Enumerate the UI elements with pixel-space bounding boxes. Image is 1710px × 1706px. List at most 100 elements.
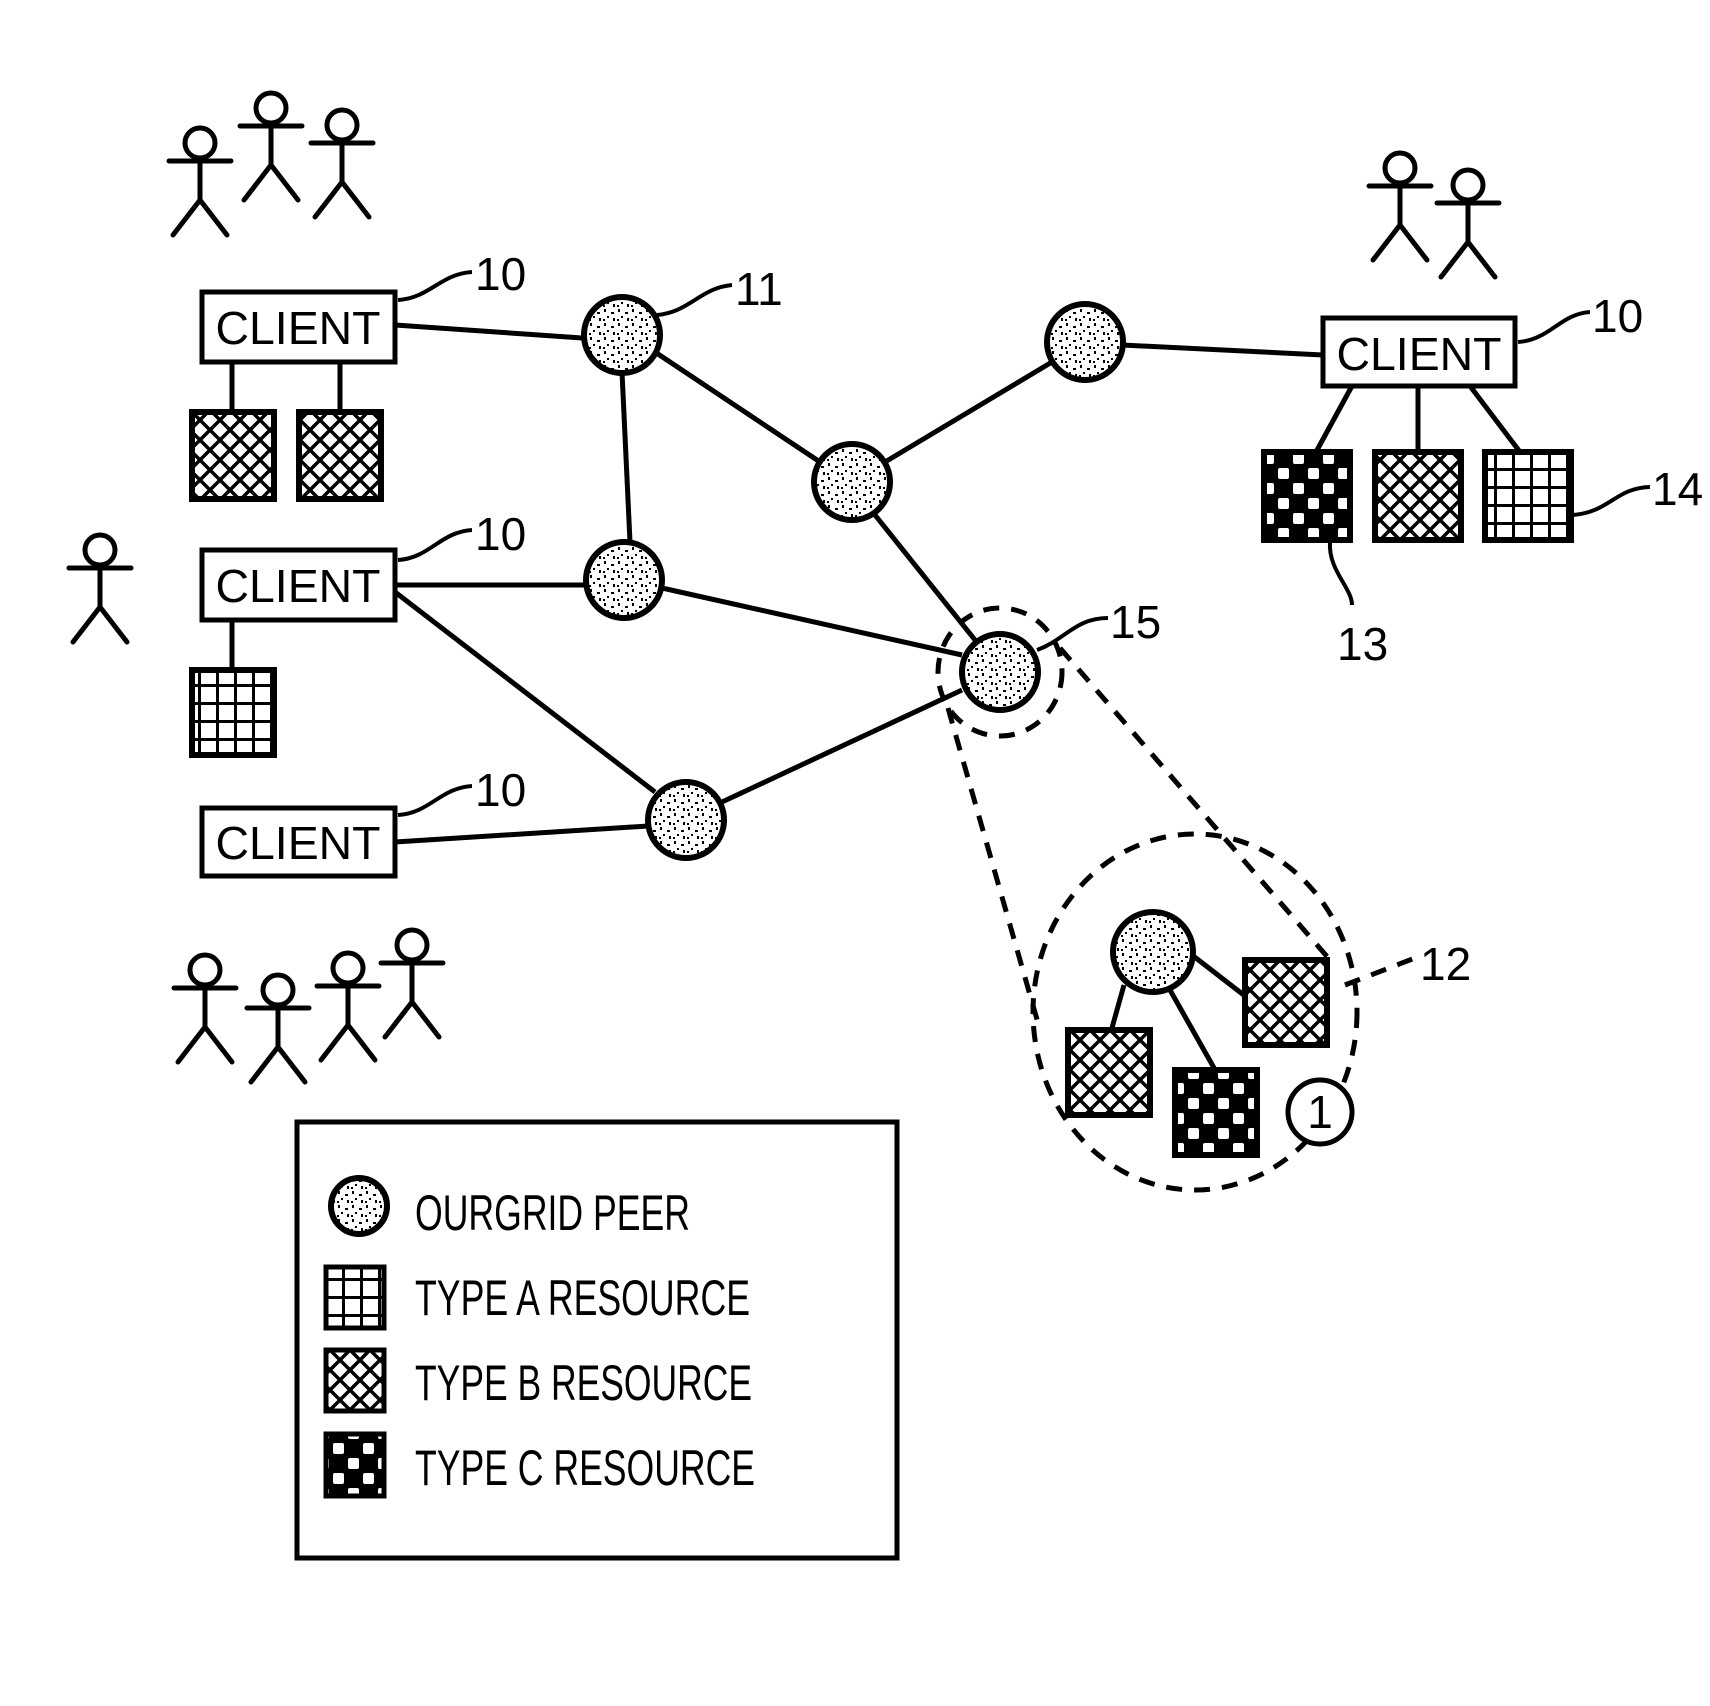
client-label: CLIENT <box>216 302 381 354</box>
client-1: CLIENT 10 <box>189 248 526 502</box>
ourgrid-peer-icon <box>583 539 665 621</box>
user-head <box>394 927 430 963</box>
client-label: CLIENT <box>216 817 381 869</box>
client-4: CLIENT 10 13 14 <box>1261 290 1703 670</box>
edge-sitepeer-res-b-right <box>1190 953 1247 998</box>
user-figure-icon <box>1434 167 1502 280</box>
ref-11: 11 <box>735 263 783 315</box>
client-ref-leader <box>397 784 473 817</box>
site-badge-label: 1 <box>1307 1086 1333 1138</box>
legend-label: TYPE B RESOURCE <box>415 1355 752 1411</box>
client-ref-leader <box>397 528 473 562</box>
peers <box>581 294 1126 861</box>
edge-peer-lower-peer15 <box>661 585 963 658</box>
type-b-resource-icon <box>323 1347 387 1414</box>
site-ref-leader <box>1344 955 1416 988</box>
ourgrid-network-diagram: 1 12 CLIENT 10 CLIENT 10 CLIENT 10 CLIEN… <box>66 90 1703 1561</box>
user-limb <box>409 999 442 1040</box>
type-a-resource-icon <box>323 1264 387 1331</box>
ourgrid-peer-icon <box>328 1175 390 1237</box>
edge-client2-peer-bottom <box>393 590 657 794</box>
legend-label: TYPE A RESOURCE <box>415 1270 750 1326</box>
ref-13-leader <box>1327 541 1354 606</box>
type-b-resource-icon <box>1242 957 1330 1048</box>
site-peer-icon <box>1110 909 1196 995</box>
user-limb <box>202 1024 235 1065</box>
legend: OURGRID PEER TYPE A RESOURCE TYPE B RESO… <box>294 1119 900 1561</box>
edge-sitepeer-res-c <box>1167 988 1221 1077</box>
ourgrid-peer-icon <box>581 294 663 376</box>
user-figure-icon <box>308 107 376 220</box>
user-head <box>1382 150 1418 186</box>
type-a-resource-icon <box>189 667 277 758</box>
user-figure-icon <box>237 90 305 203</box>
user-head <box>1450 167 1486 203</box>
user-limb <box>268 162 301 203</box>
ref-10: 10 <box>1592 290 1643 342</box>
user-figure-icon <box>378 927 446 1040</box>
user-limb <box>241 162 274 203</box>
edge-peer11-peer-lower <box>619 371 633 543</box>
ourgrid-peer-icon <box>645 779 727 861</box>
ref-10: 10 <box>475 508 526 560</box>
edge-peer11-peer-center <box>650 347 822 465</box>
user-limb <box>1397 222 1430 263</box>
user-limb <box>248 1044 281 1085</box>
user-limb <box>97 604 130 645</box>
ourgrid-peer-icon <box>1044 301 1126 383</box>
type-b-resource-icon <box>1372 449 1464 543</box>
ourgrid-peer-icon <box>959 631 1041 713</box>
type-b-resource-icon <box>189 409 277 502</box>
client-3: CLIENT 10 <box>199 764 526 879</box>
user-head <box>82 532 118 568</box>
client-label: CLIENT <box>1337 328 1502 380</box>
user-limb <box>275 1044 308 1085</box>
ourgrid-peer-icon <box>811 441 893 523</box>
ref-15-leader <box>1036 616 1109 652</box>
legend-label: OURGRID PEER <box>415 1185 690 1241</box>
user-limb <box>312 179 345 220</box>
user-limb <box>70 604 103 645</box>
user-figure-icon <box>66 532 134 645</box>
ref-13: 13 <box>1337 618 1388 670</box>
user-figure-icon <box>166 125 234 238</box>
user-limb <box>197 197 230 238</box>
user-limb <box>175 1024 208 1065</box>
edge-client4-res-a <box>1468 384 1522 454</box>
user-figure-icon <box>171 952 239 1065</box>
type-c-resource-icon <box>1172 1067 1260 1158</box>
ref-10: 10 <box>475 764 526 816</box>
zoom-line-right <box>1058 646 1332 962</box>
type-b-resource-icon <box>296 409 384 502</box>
user-head <box>330 950 366 986</box>
user-figure-icon <box>1366 150 1434 263</box>
client-label: CLIENT <box>216 560 381 612</box>
ref-11-leader <box>656 283 733 317</box>
site-detail: 1 12 <box>1065 909 1471 1158</box>
user-head <box>324 107 360 143</box>
user-figure-icon <box>244 972 312 1085</box>
client-2: CLIENT 10 <box>189 508 526 758</box>
edge-peer-right-client4 <box>1121 342 1324 358</box>
user-limb <box>1370 222 1403 263</box>
zoom-line-left <box>945 707 1043 1031</box>
user-head <box>253 90 289 126</box>
type-b-resource-icon <box>1065 1027 1153 1118</box>
ref-12: 12 <box>1420 938 1471 990</box>
type-a-resource-icon <box>1482 449 1574 543</box>
edge-peer-bottom-peer15 <box>720 687 964 805</box>
user-limb <box>1465 239 1498 280</box>
edge-peer-center-peer-right <box>883 359 1054 465</box>
type-c-resource-icon <box>323 1431 387 1499</box>
ref-15: 15 <box>1110 596 1161 648</box>
type-c-resource-icon <box>1261 449 1353 543</box>
user-limb <box>382 999 415 1040</box>
user-head <box>187 952 223 988</box>
user-head <box>260 972 296 1008</box>
edge-client3-peer-bottom <box>394 823 649 845</box>
user-limb <box>345 1022 378 1063</box>
network-edges <box>229 322 1522 845</box>
user-head <box>182 125 218 161</box>
user-limb <box>318 1022 351 1063</box>
user-limb <box>1438 239 1471 280</box>
